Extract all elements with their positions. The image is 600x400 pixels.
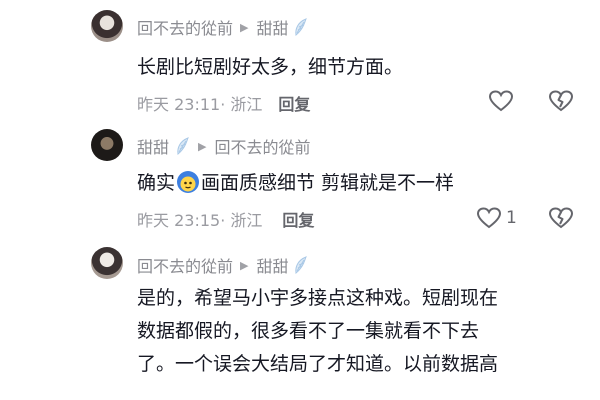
- comment-header: 回不去的從前 ▶ 甜甜: [137, 15, 309, 39]
- comment-line: 了。一个误会大结局了才知道。以前数据高: [137, 353, 499, 375]
- emoji-icon: [177, 170, 200, 193]
- timestamp: 昨天 23:11: [137, 95, 221, 114]
- comment-header: 甜甜 ▶ 回不去的從前: [137, 134, 311, 158]
- reply-button[interactable]: 回复: [278, 91, 310, 115]
- comment-meta: 昨天 23:11 · 浙江 回复: [137, 91, 310, 115]
- avatar[interactable]: [91, 10, 123, 42]
- comment-text: 是的，希望马小宇多接点这种戏。短剧现在 数据都假的，很多看不了一集就看不下去 了…: [137, 282, 498, 381]
- timestamp: 昨天 23:15: [137, 211, 221, 230]
- reply-to-name[interactable]: 甜甜: [256, 253, 288, 277]
- author-name[interactable]: 回不去的從前: [137, 15, 233, 39]
- comment-line: 是的，希望马小宇多接点这种戏。短剧现在: [137, 287, 499, 309]
- location: · 浙江: [220, 95, 263, 114]
- reply-arrow-icon: ▶: [240, 258, 249, 272]
- dislike-button[interactable]: [548, 89, 574, 117]
- comment-text: 确实 画面质感细节 剪辑就是不一样: [137, 167, 454, 200]
- location: · 浙江: [220, 211, 263, 230]
- comment-line: 数据都假的，很多看不了一集就看不下去: [137, 320, 480, 342]
- reply-arrow-icon: ▶: [198, 139, 207, 153]
- author-name[interactable]: 回不去的從前: [137, 253, 233, 277]
- comment-header: 回不去的從前 ▶ 甜甜: [137, 253, 309, 277]
- avatar[interactable]: [91, 129, 123, 161]
- comment-text: 长剧比短剧好太多，细节方面。: [137, 56, 404, 78]
- reply-to-name[interactable]: 回不去的從前: [214, 134, 310, 158]
- broken-heart-icon: [548, 90, 574, 112]
- like-button[interactable]: 1: [476, 206, 517, 230]
- reply-to-name[interactable]: 甜甜: [256, 15, 288, 39]
- avatar[interactable]: [91, 247, 123, 279]
- comment-text-part: 画面质感细节 剪辑就是不一样: [201, 172, 455, 194]
- reply-arrow-icon: ▶: [240, 20, 249, 34]
- like-count: 1: [506, 208, 517, 228]
- dislike-button[interactable]: [548, 206, 574, 234]
- comment-text-part: 确实: [137, 172, 176, 194]
- broken-heart-icon: [548, 207, 574, 229]
- heart-icon: [476, 207, 502, 229]
- heart-icon: [488, 90, 514, 112]
- comment-meta: 昨天 23:15 · 浙江 回复: [137, 207, 314, 231]
- wing-badge-icon: [177, 137, 189, 155]
- like-button[interactable]: [488, 89, 514, 113]
- reply-button[interactable]: 回复: [282, 207, 314, 231]
- author-name[interactable]: 甜甜: [137, 134, 169, 158]
- wing-badge-icon: [294, 256, 307, 274]
- wing-badge-icon: [294, 18, 307, 36]
